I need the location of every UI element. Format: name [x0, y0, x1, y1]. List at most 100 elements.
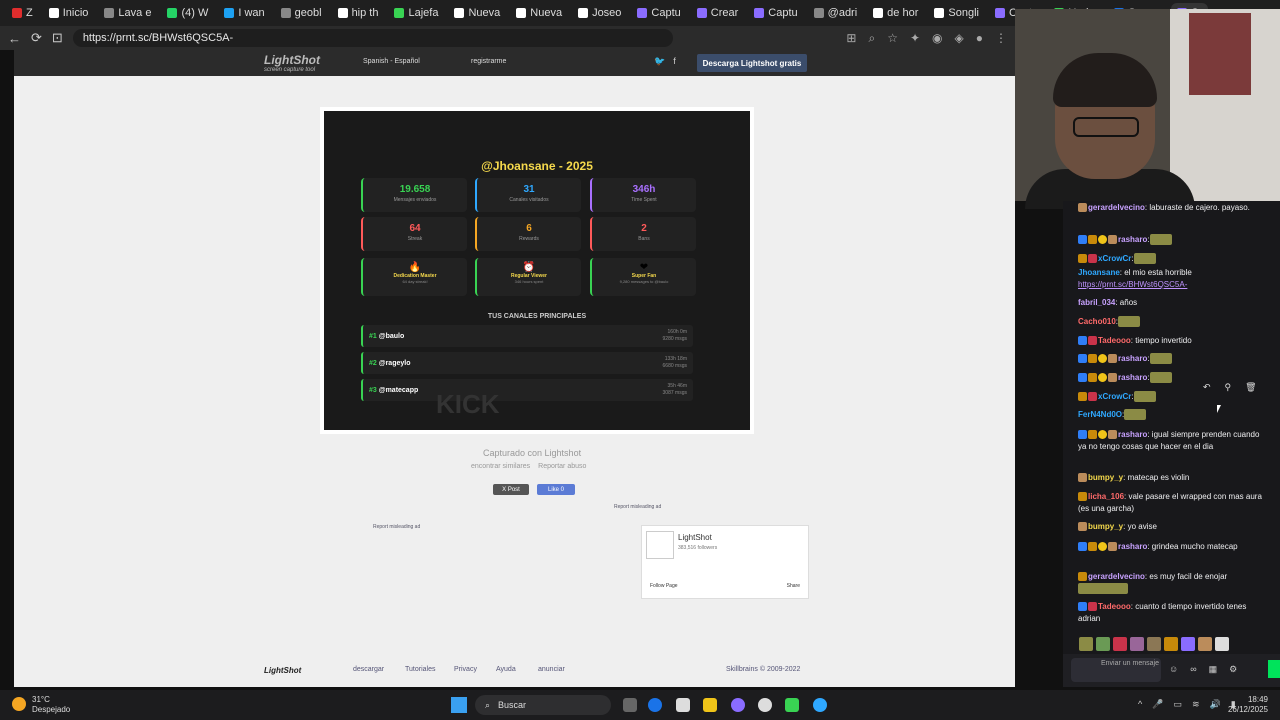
- browser-tab[interactable]: @adri: [808, 3, 864, 23]
- reload-icon[interactable]: ⟳: [31, 30, 42, 46]
- browser-tab[interactable]: hip th: [332, 3, 385, 23]
- browser-tab[interactable]: Nueva: [448, 3, 506, 23]
- settings-icon[interactable]: ⚙: [1229, 664, 1237, 675]
- emote-icon[interactable]: ☺: [1169, 664, 1178, 675]
- chat-username[interactable]: xCrowCr: [1098, 254, 1131, 263]
- register-link[interactable]: registrarme: [471, 58, 506, 65]
- browser-tab[interactable]: Lajefa: [388, 3, 444, 23]
- browser-tab[interactable]: geobl: [275, 3, 328, 23]
- extension-icon[interactable]: ✦: [910, 31, 920, 46]
- chat-username[interactable]: xCrowCr: [1098, 392, 1131, 401]
- chrome-icon[interactable]: [758, 698, 772, 712]
- pin-icon[interactable]: ⚲: [1225, 382, 1232, 393]
- browser-tab[interactable]: Nueva: [510, 3, 568, 23]
- chat-username[interactable]: Tadeooo: [1098, 336, 1131, 345]
- report-ad-link[interactable]: Report misleading ad: [614, 504, 661, 510]
- browser-tab[interactable]: Inicio: [43, 3, 95, 23]
- discord-icon[interactable]: [731, 698, 745, 712]
- download-button[interactable]: Descarga Lightshot gratis: [697, 54, 807, 72]
- back-icon[interactable]: ←: [8, 31, 21, 46]
- chat-username[interactable]: gerardelvecino: [1088, 572, 1145, 581]
- taskbar-search[interactable]: ⌕ Buscar: [475, 695, 611, 715]
- chat-username[interactable]: bumpy_y: [1088, 522, 1123, 531]
- browser-tab[interactable]: Captu: [748, 3, 803, 23]
- footer-link[interactable]: descargar: [353, 666, 384, 673]
- wifi-icon[interactable]: ≋: [1192, 699, 1200, 710]
- emote-icon[interactable]: [1130, 637, 1144, 651]
- browser-tab[interactable]: Crear: [691, 3, 745, 23]
- browser-tab[interactable]: Z: [6, 3, 39, 23]
- chat-username[interactable]: bumpy_y: [1088, 473, 1123, 482]
- url-input[interactable]: https://prnt.sc/BHWst6QSC5A-: [72, 29, 673, 47]
- emote-icon[interactable]: [1164, 637, 1178, 651]
- chat-username[interactable]: FerN4Nd0O: [1078, 410, 1122, 419]
- chat-input[interactable]: Enviar un mensaje: [1071, 658, 1161, 682]
- report-abuse-link[interactable]: Reportar abuso: [538, 463, 586, 470]
- browser-tab[interactable]: Lava e: [98, 3, 157, 23]
- file-explorer-icon[interactable]: [703, 698, 717, 712]
- emote-icon[interactable]: [1198, 637, 1212, 651]
- terminal-icon[interactable]: [785, 698, 799, 712]
- emote-icon[interactable]: [1181, 637, 1195, 651]
- twitter-icon[interactable]: 🐦: [654, 56, 665, 67]
- site-info-icon[interactable]: ⊡: [52, 30, 63, 46]
- footer-link[interactable]: Ayuda: [496, 666, 516, 673]
- chat-username[interactable]: Tadeooo: [1098, 602, 1131, 611]
- follow-page-button[interactable]: Follow Page: [650, 583, 678, 589]
- browser-tab[interactable]: Joseo: [572, 3, 627, 23]
- browser-tab[interactable]: de hor: [867, 3, 924, 23]
- chevron-up-icon[interactable]: ^: [1138, 699, 1142, 710]
- chat-link[interactable]: https://prnt.sc/BHWst6QSC5A-: [1078, 280, 1187, 289]
- browser-tab[interactable]: I wan: [218, 3, 270, 23]
- chat-username[interactable]: Jhoansane: [1078, 268, 1120, 277]
- footer-link[interactable]: anunciar: [538, 666, 565, 673]
- volume-icon[interactable]: 🔊: [1210, 699, 1221, 710]
- emote-icon[interactable]: [1113, 637, 1127, 651]
- emote-icon[interactable]: [1079, 637, 1093, 651]
- chat-username[interactable]: rasharo: [1118, 354, 1147, 363]
- chat-username[interactable]: rasharo: [1118, 373, 1147, 382]
- extension-icon[interactable]: ◈: [955, 31, 964, 46]
- chat-username[interactable]: rasharo: [1118, 430, 1147, 439]
- screenshot-frame[interactable]: @Jhoansane - 2025 19.658 Mensajes enviado…: [320, 107, 754, 434]
- x-post-button[interactable]: X Post: [493, 484, 529, 495]
- emote-icon[interactable]: [1147, 637, 1161, 651]
- extension-icon[interactable]: ◉: [932, 31, 942, 46]
- report-ad-link[interactable]: Report misleading ad: [373, 524, 420, 530]
- store-icon[interactable]: ▦: [1209, 664, 1218, 675]
- windows-start-icon[interactable]: [451, 697, 467, 713]
- footer-link[interactable]: Privacy: [454, 666, 477, 673]
- clock[interactable]: 18:49 26/12/2025: [1228, 695, 1268, 715]
- task-view-icon[interactable]: [623, 698, 637, 712]
- emote-icon[interactable]: [1096, 637, 1110, 651]
- lightshot-logo[interactable]: LightShot screen capture tool: [264, 53, 320, 73]
- facebook-icon[interactable]: f: [673, 56, 676, 67]
- footer-logo[interactable]: LightShot: [264, 666, 301, 675]
- bookmark-icon[interactable]: ☆: [887, 31, 898, 46]
- fb-like-button[interactable]: Like 0: [537, 484, 575, 495]
- mic-icon[interactable]: 🎤: [1152, 699, 1163, 710]
- zoom-icon[interactable]: ⌕: [868, 31, 875, 46]
- edge-icon[interactable]: [648, 698, 662, 712]
- browser-tab[interactable]: (4) W: [161, 3, 214, 23]
- reply-icon[interactable]: ↶: [1203, 382, 1211, 393]
- menu-icon[interactable]: ⋮: [995, 31, 1007, 46]
- footer-link[interactable]: Tutoriales: [405, 666, 435, 673]
- chat-username[interactable]: gerardelvecino: [1088, 203, 1145, 212]
- browser-tab[interactable]: Songli: [928, 3, 985, 23]
- app-icon[interactable]: [676, 698, 690, 712]
- delete-icon[interactable]: 🗑: [1245, 382, 1256, 393]
- send-button[interactable]: [1268, 660, 1280, 678]
- fb-page-name[interactable]: LightShot: [678, 533, 712, 542]
- translate-icon[interactable]: ⊞: [846, 31, 856, 46]
- find-similar-link[interactable]: encontrar similares: [471, 463, 530, 470]
- chat-username[interactable]: rasharo: [1118, 542, 1147, 551]
- emote-icon[interactable]: [1215, 637, 1229, 651]
- weather-widget[interactable]: 31°C Despejado: [12, 695, 70, 715]
- chat-username[interactable]: licha_106: [1088, 492, 1124, 501]
- chat-username[interactable]: rasharo: [1118, 235, 1147, 244]
- glasses-icon[interactable]: ∞: [1190, 664, 1196, 675]
- language-select[interactable]: Spanish - Español: [363, 58, 420, 65]
- browser-icon[interactable]: [813, 698, 827, 712]
- browser-tab[interactable]: Captu: [631, 3, 686, 23]
